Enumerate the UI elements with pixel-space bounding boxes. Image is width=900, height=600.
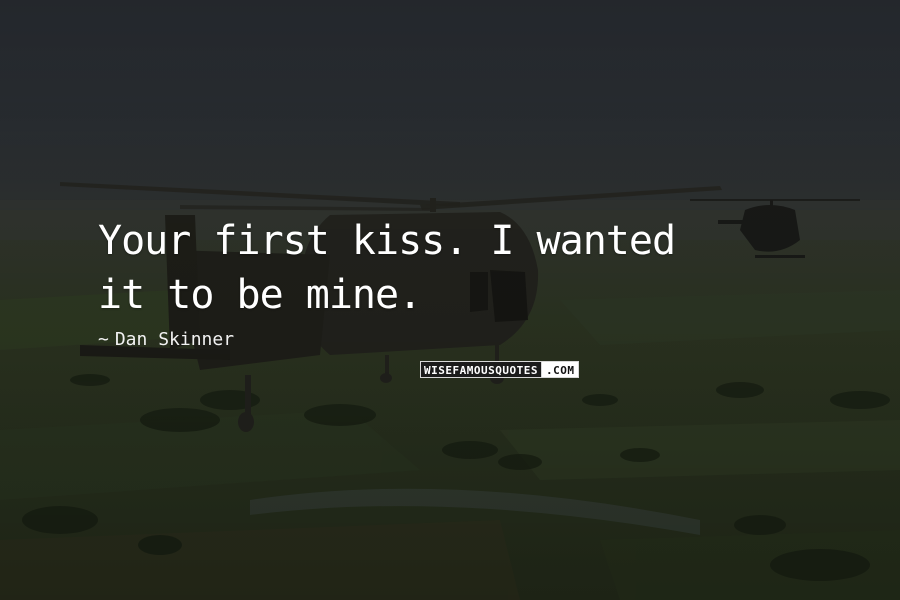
site-watermark-logo: WISEFAMOUSQUOTES .COM [420, 361, 580, 378]
quote-text: Your first kiss. I wanted it to be mine. [98, 214, 858, 322]
author-dash: ~ [98, 329, 109, 350]
watermark-suffix-text: .COM [540, 361, 580, 378]
quote-line-2: it to be mine. [98, 272, 422, 318]
quote-card: Your first kiss. I wanted it to be mine.… [0, 0, 900, 600]
author-name: Dan Skinner [114, 329, 235, 350]
watermark-main-text: WISEFAMOUSQUOTES [420, 361, 541, 378]
quote-line-1: Your first kiss. I wanted [98, 218, 676, 264]
quote-author: ~ Dan Skinner [98, 328, 234, 352]
